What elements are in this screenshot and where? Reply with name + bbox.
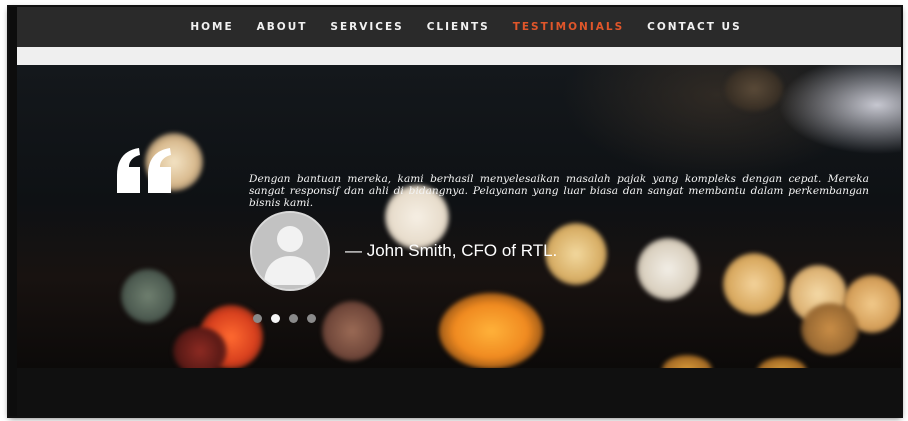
bokeh-light [723,253,785,315]
nav-testimonials[interactable]: TESTIMONIALS [501,21,635,33]
nav-contact-us[interactable]: CONTACT US [636,21,754,33]
bokeh-light [121,269,175,323]
bokeh-light [173,327,227,368]
nav-about[interactable]: ABOUT [245,21,319,33]
footer-band [17,368,901,416]
user-silhouette-icon [252,213,328,289]
carousel-dot[interactable] [289,314,298,323]
testimonial-hero: Dengan bantuan mereka, kami berhasil men… [17,65,901,368]
carousel-dot-active[interactable] [271,314,280,323]
nav-services[interactable]: SERVICES [319,21,415,33]
bokeh-light [725,67,783,111]
bokeh-light [322,301,382,361]
bokeh-light [757,357,807,368]
browser-frame: HOME ABOUT SERVICES CLIENTS TESTIMONIALS… [9,7,901,416]
top-navbar: HOME ABOUT SERVICES CLIENTS TESTIMONIALS… [17,7,901,47]
testimonial-author: — John Smith, CFO of RTL. [345,241,558,260]
testimonial-quote-text: Dengan bantuan mereka, kami berhasil men… [249,172,869,209]
bokeh-light [801,303,859,355]
bokeh-light [637,238,699,300]
bokeh-light [439,293,543,368]
nav-home[interactable]: HOME [179,21,245,33]
author-avatar [250,211,330,291]
nav-divider-strip [17,47,901,65]
bokeh-light [662,355,712,368]
quote-open-icon [117,148,171,193]
carousel-dots [253,314,316,323]
nav-menu: HOME ABOUT SERVICES CLIENTS TESTIMONIALS… [179,21,753,33]
carousel-dot[interactable] [253,314,262,323]
carousel-dot[interactable] [307,314,316,323]
nav-clients[interactable]: CLIENTS [415,21,501,33]
